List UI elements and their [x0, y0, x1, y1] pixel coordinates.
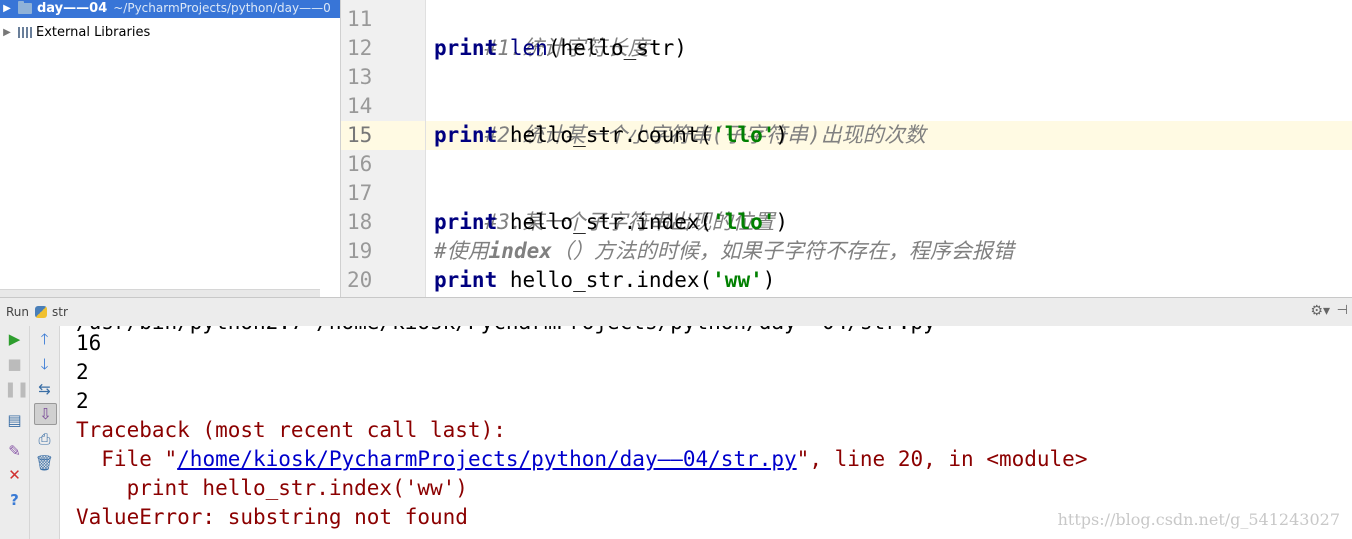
line-number: 20 [347, 268, 373, 292]
run-tool-window-header: Run str ⚙▾ ⊣ [0, 297, 1352, 327]
output-line: 16 [76, 331, 102, 355]
code-editor[interactable]: #1.统计字符长度 print len(hello_str) #2.统计某一个小… [426, 0, 1352, 297]
code-text: hello_str.index( [497, 210, 713, 234]
line-number: 17 [347, 181, 373, 205]
code-line-15[interactable]: print hello_str.count('llo') [434, 121, 788, 150]
line-number: 15 [347, 123, 373, 147]
code-line-20[interactable]: print hello_str.index('ww') [434, 266, 775, 295]
builtin: len [509, 36, 548, 60]
code-text: hello_str.index( [497, 268, 713, 292]
comment: （）方法的时候，如果子字符不存在，程序会报错 [551, 239, 1014, 263]
hide-icon[interactable]: ⊣ [1337, 303, 1348, 318]
line-number: 12 [347, 36, 373, 60]
tree-item-label: External Libraries [36, 24, 151, 40]
keyword: print [434, 210, 498, 234]
code-line-17[interactable]: #3.某一个子字符串出现的位置 [434, 179, 775, 234]
arrow-up-icon[interactable]: 🡑 [34, 329, 55, 349]
line-number: 14 [347, 94, 373, 118]
trash-icon[interactable]: 🗑 [34, 453, 55, 473]
traceback-file-prefix: File " [76, 447, 178, 471]
library-icon [18, 26, 32, 38]
error-message: ValueError: substring not found [76, 505, 468, 529]
run-toolbar-secondary: 🡑 🡓 ⇆ ⇩ ⎙ 🗑 [30, 326, 60, 539]
arrow-down-icon[interactable]: 🡓 [34, 354, 55, 374]
soft-wrap-icon[interactable]: ⇆ [34, 379, 55, 399]
layout-icon[interactable]: ▤ [4, 410, 25, 430]
string-literal: 'llo' [712, 123, 776, 147]
help-icon[interactable]: ? [4, 490, 25, 510]
gear-icon[interactable]: ⚙▾ [1310, 303, 1330, 319]
play-icon[interactable]: ▶ [4, 329, 25, 349]
traceback-code-line: print hello_str.index('ww') [76, 476, 468, 500]
code-text: ) [775, 210, 789, 234]
pause-icon[interactable]: ❚❚ [4, 379, 29, 399]
scroll-to-end-icon[interactable]: ⇩ [34, 403, 57, 425]
comment: #使用 [434, 239, 489, 263]
line-number: 16 [347, 152, 373, 176]
file-link[interactable]: /home/kiosk/PycharmProjects/python/day——… [177, 447, 797, 471]
console-output[interactable]: /usr/bin/python2.7 /home/kiosk/PycharmPr… [60, 326, 1352, 539]
line-number: 11 [347, 7, 373, 31]
tree-item-day04[interactable]: ▶ day——04 ~/PycharmProjects/python/day——… [0, 0, 340, 18]
python-icon [35, 306, 48, 318]
code-text: ) [775, 123, 789, 147]
traceback-file-line: File "/home/kiosk/PycharmProjects/python… [76, 445, 1087, 474]
project-tree-panel: ▶ day——04 ~/PycharmProjects/python/day——… [0, 0, 341, 297]
expand-arrow-icon[interactable]: ▶ [0, 27, 14, 38]
horizontal-scrollbar[interactable] [0, 289, 320, 297]
code-text: (hello_str) [547, 36, 687, 60]
tree-item-external-libraries[interactable]: ▶ External Libraries [0, 22, 150, 42]
string-literal: 'llo' [712, 210, 776, 234]
line-number: 19 [347, 239, 373, 263]
tree-item-path: ~/PycharmProjects/python/day——0 [113, 1, 331, 15]
code-line-18[interactable]: print hello_str.index('llo') [434, 208, 788, 237]
stop-icon[interactable]: ■ [4, 354, 25, 374]
code-line-14[interactable]: #2.统计某一个小字符串(子字符串)出现的次数 [434, 92, 926, 147]
code-line-12[interactable]: print len(hello_str) [434, 34, 687, 63]
output-line: 2 [76, 389, 89, 413]
pin-icon[interactable]: ✎ [4, 441, 25, 461]
run-toolbar-primary: ▶ ■ ❚❚ ▤ ✎ ✕ ? [0, 326, 30, 539]
keyword: print [434, 123, 498, 147]
watermark: https://blog.csdn.net/g_541243027 [1057, 510, 1340, 529]
string-literal: 'ww' [712, 268, 763, 292]
traceback-file-suffix: ", line 20, in <module> [796, 447, 1088, 471]
expand-arrow-icon[interactable]: ▶ [0, 3, 14, 14]
code-text: hello_str.count( [497, 123, 713, 147]
run-config-tab[interactable]: str [52, 305, 68, 319]
close-icon[interactable]: ✕ [4, 465, 25, 485]
keyword: print [434, 36, 498, 60]
line-number: 13 [347, 65, 373, 89]
code-line-11[interactable]: #1.统计字符长度 [434, 5, 649, 60]
print-icon[interactable]: ⎙ [34, 429, 55, 449]
code-text: ) [762, 268, 776, 292]
traceback-header: Traceback (most recent call last): [76, 418, 506, 442]
run-window-title: Run [6, 305, 30, 319]
folder-icon [18, 0, 32, 14]
comment: index [488, 239, 552, 263]
tree-item-label: day——04 [37, 0, 108, 16]
clipped-output-line: /usr/bin/python2.7 /home/kiosk/PycharmPr… [76, 326, 936, 337]
keyword: print [434, 268, 498, 292]
output-line: 2 [76, 360, 89, 384]
editor-gutter: 11 12 13 14 15 16 17 18 19 20 [341, 0, 426, 297]
code-line-19[interactable]: #使用index（）方法的时候，如果子字符不存在，程序会报错 [434, 237, 1014, 266]
line-number: 18 [347, 210, 373, 234]
